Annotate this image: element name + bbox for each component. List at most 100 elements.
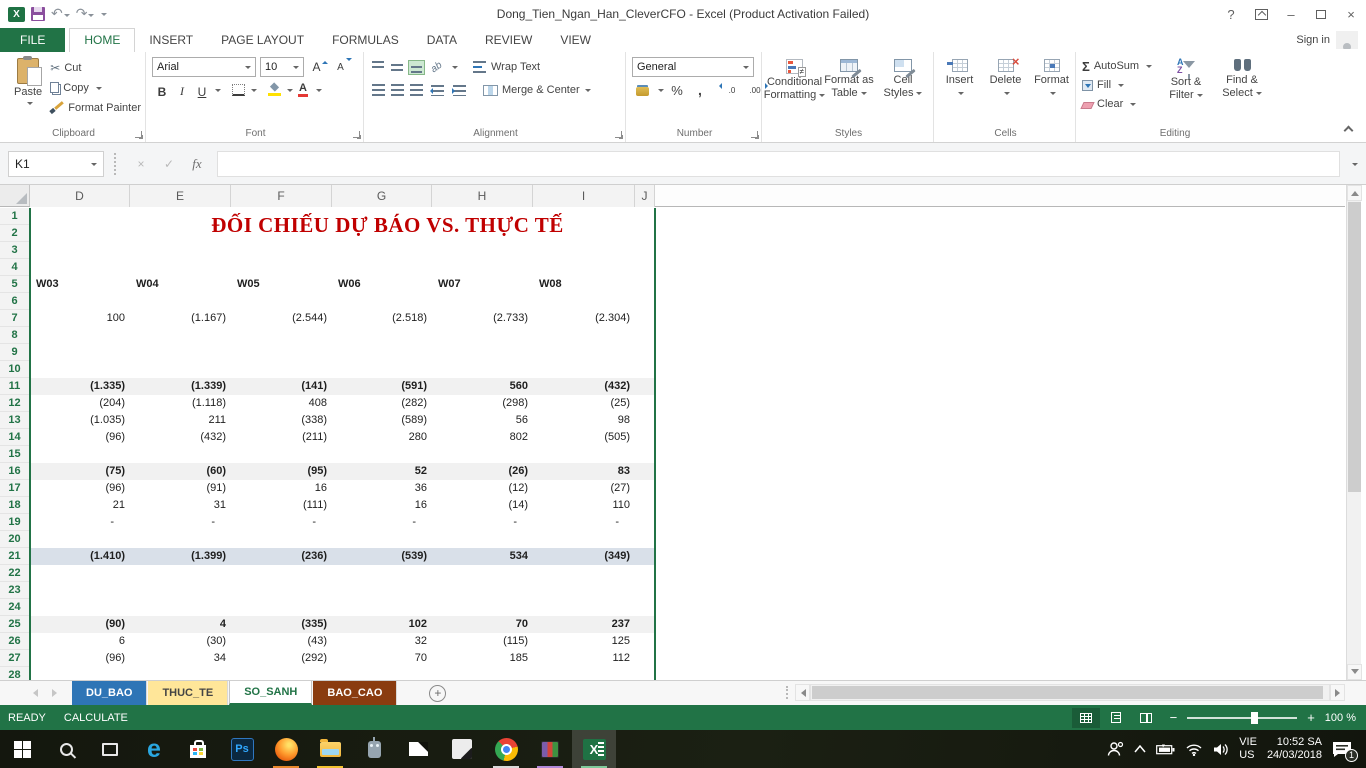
scroll-right-button[interactable]	[1330, 684, 1345, 701]
restore-button[interactable]	[1306, 1, 1336, 27]
cell[interactable]: (90)	[30, 616, 130, 633]
photoshop-taskbar-button[interactable]: Ps	[220, 730, 264, 768]
sheet-tab-thuc_te[interactable]: THUC_TE	[148, 681, 228, 705]
merge-center-dropdown-icon[interactable]	[585, 89, 591, 95]
cell-styles-button[interactable]: CellStyles	[877, 56, 929, 125]
align-left-button[interactable]	[370, 83, 387, 98]
conditional-formatting-button[interactable]: ≠ConditionalFormatting	[768, 56, 821, 125]
cell[interactable]: (141)	[231, 378, 332, 395]
cell[interactable]: (1.335)	[30, 378, 130, 395]
clear-button[interactable]: Clear	[1082, 96, 1156, 112]
cell[interactable]: (75)	[30, 463, 130, 480]
prev-sheet-button[interactable]	[29, 689, 38, 697]
cell[interactable]: 6	[30, 633, 130, 650]
start-taskbar-button[interactable]	[0, 730, 44, 768]
sort-filter-button[interactable]: AZ Sort & Filter	[1160, 56, 1212, 125]
cell[interactable]: (14)	[432, 497, 533, 514]
cell[interactable]: 534	[432, 548, 533, 565]
font-family-select[interactable]: Arial	[152, 57, 256, 77]
cell[interactable]: 560	[432, 378, 533, 395]
close-button[interactable]: ×	[1336, 1, 1366, 27]
cell[interactable]: (211)	[231, 429, 332, 446]
cell[interactable]: (1.035)	[30, 412, 130, 429]
cell[interactable]: (282)	[332, 395, 432, 412]
orientation-dropdown-icon[interactable]	[452, 66, 458, 72]
week-header-cell[interactable]: W08	[533, 276, 635, 293]
cell[interactable]: 185	[432, 650, 533, 667]
expand-formula-bar-icon[interactable]	[1340, 161, 1366, 167]
cell[interactable]: (338)	[231, 412, 332, 429]
cell[interactable]: (91)	[130, 480, 231, 497]
underline-dropdown-icon[interactable]	[215, 89, 221, 95]
delete-cells-button[interactable]: Delete	[984, 56, 1028, 125]
next-sheet-button[interactable]	[52, 689, 61, 697]
cell[interactable]: (1.399)	[130, 548, 231, 565]
cell[interactable]: 52	[332, 463, 432, 480]
vertical-scroll-thumb[interactable]	[1348, 202, 1361, 492]
save-icon[interactable]	[31, 7, 45, 21]
fill-dropdown-icon[interactable]	[1118, 84, 1124, 90]
orientation-button[interactable]: ab	[427, 57, 447, 77]
cell[interactable]: -	[231, 514, 332, 531]
clipboard-dialog-launcher-icon[interactable]	[135, 131, 142, 138]
increase-decimal-button[interactable]: .0	[722, 80, 742, 100]
clock[interactable]: 10:52 SA 24/03/2018	[1267, 736, 1322, 762]
ribbon-tab-formulas[interactable]: FORMULAS	[318, 29, 413, 52]
task-view-taskbar-button[interactable]	[88, 730, 132, 768]
ribbon-tab-home[interactable]: HOME	[69, 28, 135, 53]
week-header-cell[interactable]: W03	[30, 276, 130, 293]
document-app-taskbar-button[interactable]	[440, 730, 484, 768]
sheet-tab-bao_cao[interactable]: BAO_CAO	[313, 681, 397, 705]
week-header-cell[interactable]: W04	[130, 276, 231, 293]
cell[interactable]: (2.733)	[432, 310, 533, 327]
mail-taskbar-button[interactable]	[396, 730, 440, 768]
ribbon-tab-file[interactable]: FILE	[0, 28, 65, 52]
ribbon-tab-review[interactable]: REVIEW	[471, 29, 546, 52]
cell[interactable]: 16	[231, 480, 332, 497]
align-right-button[interactable]	[408, 83, 425, 98]
copy-button[interactable]: Copy	[50, 79, 141, 96]
cell[interactable]: 36	[332, 480, 432, 497]
zoom-out-button[interactable]: −	[1170, 710, 1178, 725]
cell[interactable]: 34	[130, 650, 231, 667]
tab-bar-splitter[interactable]	[786, 686, 789, 699]
cell[interactable]: 98	[533, 412, 635, 429]
cell[interactable]: (96)	[30, 429, 130, 446]
avatar[interactable]	[1336, 31, 1358, 49]
search-taskbar-button[interactable]	[44, 730, 88, 768]
page-break-view-button[interactable]	[1132, 708, 1160, 728]
number-dialog-launcher-icon[interactable]	[751, 131, 758, 138]
people-icon[interactable]	[1107, 741, 1124, 757]
underline-button[interactable]: U	[192, 81, 212, 99]
cell[interactable]: (1.118)	[130, 395, 231, 412]
cell[interactable]: (96)	[30, 480, 130, 497]
merge-center-button[interactable]	[480, 80, 500, 100]
file-explorer-taskbar-button[interactable]	[308, 730, 352, 768]
cell[interactable]: (505)	[533, 429, 635, 446]
sheet-title[interactable]: ĐỐI CHIẾU DỰ BÁO VS. THỰC TẾ	[135, 208, 640, 242]
zoom-slider-thumb[interactable]	[1251, 712, 1258, 724]
copy-dropdown-icon[interactable]	[96, 87, 102, 93]
fill-color-button[interactable]	[264, 80, 284, 100]
cell[interactable]: 125	[533, 633, 635, 650]
decrease-font-button[interactable]: A	[332, 57, 352, 77]
cell[interactable]: (25)	[533, 395, 635, 412]
decrease-indent-button[interactable]	[427, 80, 447, 100]
store-taskbar-button[interactable]	[176, 730, 220, 768]
borders-dropdown-icon[interactable]	[251, 89, 257, 95]
action-center-icon[interactable]: 1	[1332, 741, 1358, 758]
italic-button[interactable]: I	[172, 81, 192, 99]
cell[interactable]: (292)	[231, 650, 332, 667]
cell[interactable]: (432)	[533, 378, 635, 395]
ribbon-display-button[interactable]	[1246, 1, 1276, 27]
cell[interactable]: 211	[130, 412, 231, 429]
fill-button[interactable]: Fill	[1082, 77, 1156, 93]
new-sheet-button[interactable]: +	[429, 685, 446, 702]
zoom-in-button[interactable]: +	[1307, 710, 1315, 725]
horizontal-scrollbar[interactable]	[795, 684, 1345, 701]
bold-button[interactable]: B	[152, 81, 172, 99]
ribbon-tab-data[interactable]: DATA	[413, 29, 471, 52]
cell[interactable]: 4	[130, 616, 231, 633]
winrar-taskbar-button[interactable]	[528, 730, 572, 768]
cell[interactable]: 110	[533, 497, 635, 514]
